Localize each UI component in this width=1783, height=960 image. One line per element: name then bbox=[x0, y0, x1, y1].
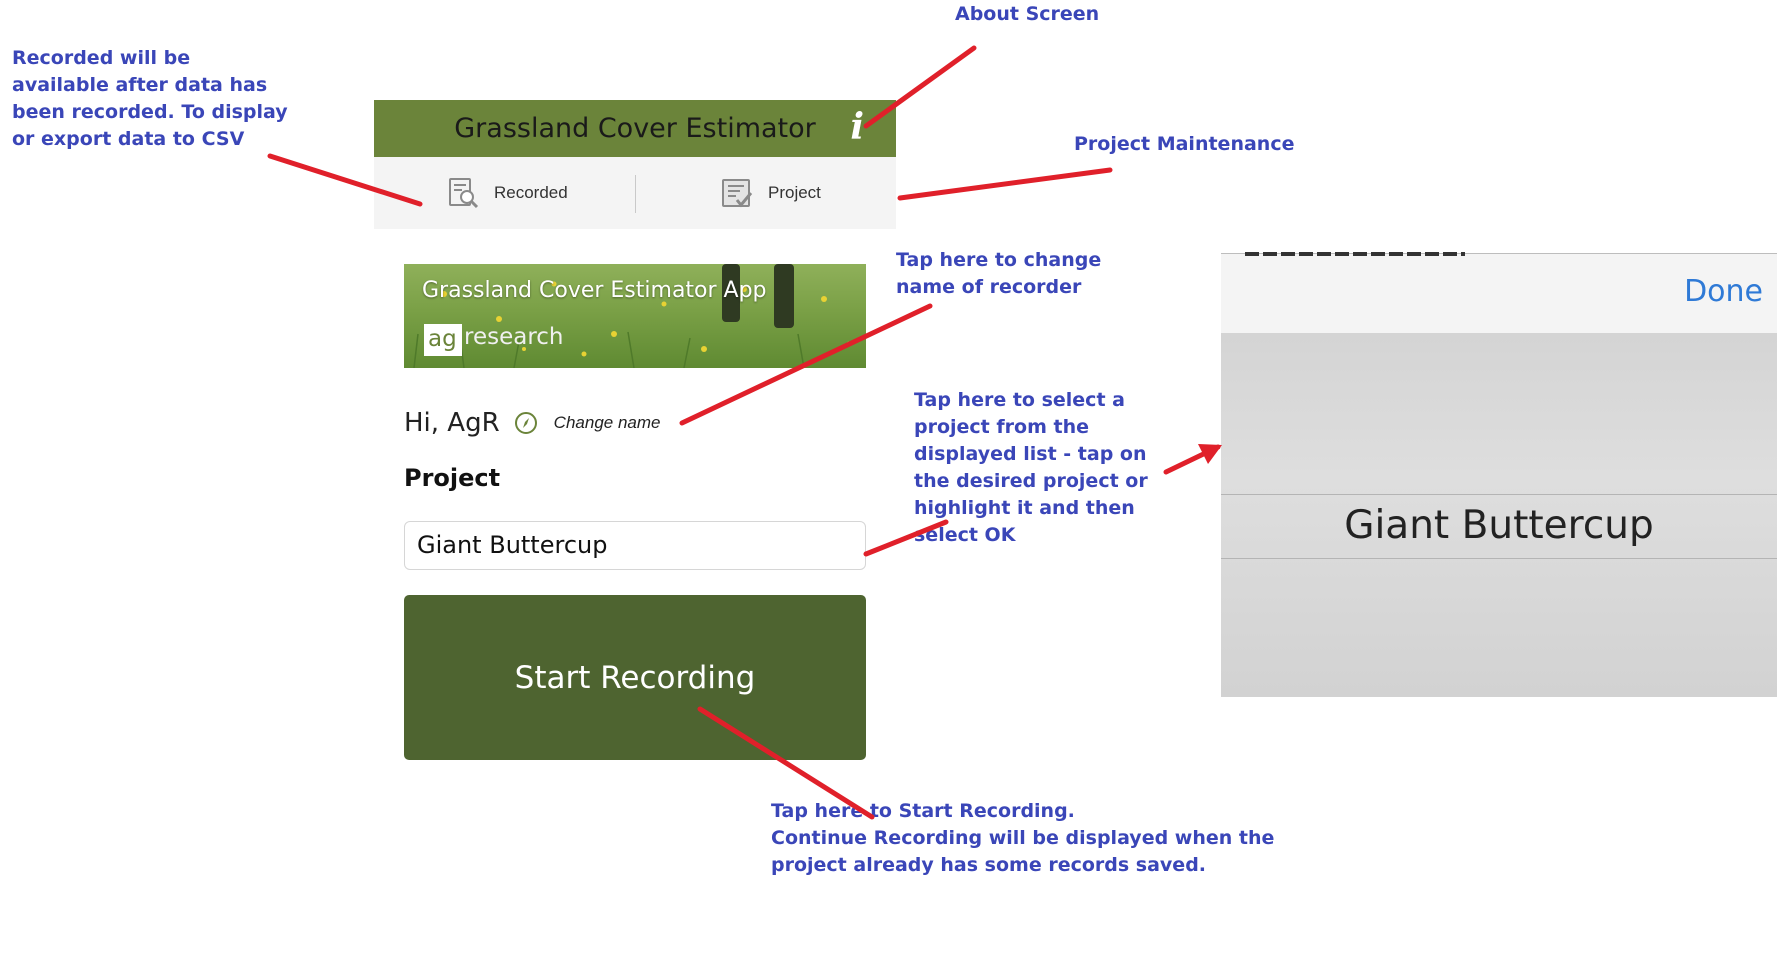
greeting-row: Hi, AgR Change name bbox=[404, 406, 660, 440]
arrow-to-picker bbox=[1163, 444, 1221, 475]
banner-title: Grassland Cover Estimator App bbox=[422, 278, 767, 303]
picker-wheel[interactable]: Giant Buttercup bbox=[1221, 333, 1777, 697]
picker-cut-edge bbox=[1245, 252, 1465, 256]
picker-toolbar: Done bbox=[1221, 252, 1777, 334]
tab-recorded-label: Recorded bbox=[494, 183, 568, 202]
arrowhead-to-picker bbox=[1198, 444, 1222, 464]
picker-selected-value[interactable]: Giant Buttercup bbox=[1221, 494, 1777, 558]
annotation-project-maintenance: Project Maintenance bbox=[1074, 133, 1295, 155]
change-name-link[interactable]: Change name bbox=[554, 413, 661, 433]
recorded-search-icon bbox=[449, 178, 479, 209]
tab-recorded[interactable]: Recorded bbox=[446, 157, 568, 229]
info-icon[interactable]: i bbox=[850, 106, 864, 148]
project-label: Project bbox=[404, 464, 501, 492]
project-select-field[interactable]: Giant Buttercup bbox=[404, 521, 866, 570]
tab-project-label: Project bbox=[768, 183, 821, 202]
greeting-text: Hi, AgR bbox=[404, 408, 500, 438]
annotation-about-screen: About Screen bbox=[955, 3, 1100, 25]
agresearch-logo-ag: ag bbox=[424, 324, 462, 356]
picker-selection-line-bottom bbox=[1221, 558, 1777, 559]
start-recording-label: Start Recording bbox=[514, 659, 756, 696]
start-recording-button[interactable]: Start Recording bbox=[404, 595, 866, 760]
annotation-recorded-note: Recorded will be available after data ha… bbox=[12, 47, 288, 150]
done-button[interactable]: Done bbox=[1684, 274, 1763, 309]
tab-bar: Recorded Project bbox=[374, 157, 896, 229]
app-title: Grassland Cover Estimator bbox=[454, 113, 816, 144]
annotation-start-recording: Tap here to Start Recording. Continue Re… bbox=[771, 800, 1275, 876]
project-picker: Done Giant Buttercup bbox=[1221, 252, 1777, 697]
compass-edit-icon[interactable] bbox=[514, 411, 538, 435]
tab-project[interactable]: Project bbox=[720, 157, 821, 229]
annotation-select-project: Tap here to select a project from the di… bbox=[914, 389, 1148, 546]
arrow-project-maintenance bbox=[897, 167, 1113, 201]
agresearch-logo-text: research bbox=[464, 324, 564, 350]
annotation-change-name: Tap here to change name of recorder bbox=[896, 249, 1102, 298]
project-checklist-icon bbox=[722, 179, 753, 208]
tab-divider bbox=[635, 175, 636, 213]
app-banner: Grassland Cover Estimator App ag researc… bbox=[404, 264, 866, 368]
title-bar: Grassland Cover Estimator i bbox=[374, 100, 896, 157]
